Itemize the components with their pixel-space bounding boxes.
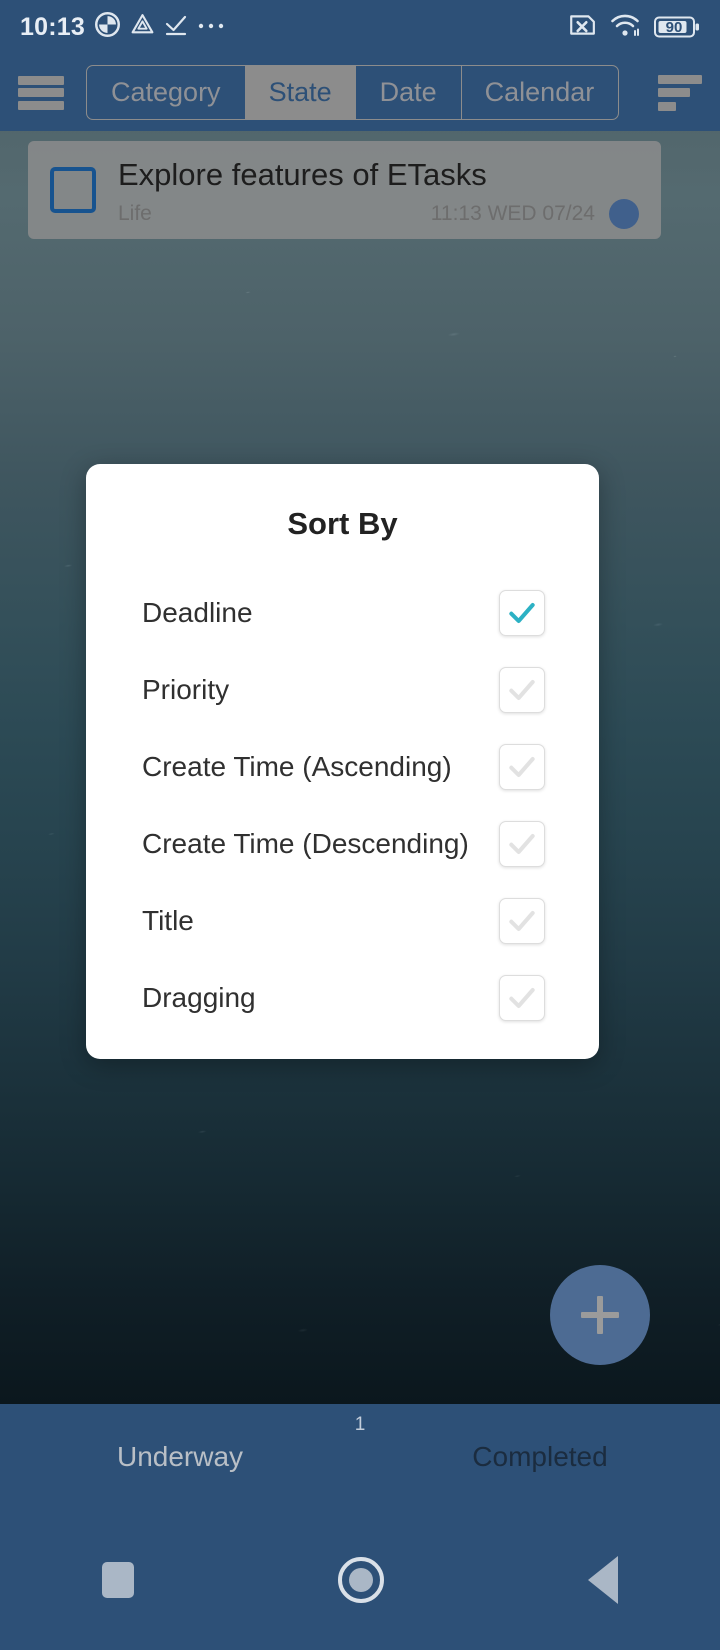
sort-option-title[interactable]: Title: [86, 882, 599, 959]
sort-by-dialog: Sort By Deadline Priority Create Time (A…: [86, 464, 599, 1059]
sort-option-create-time-ascending-checkbox[interactable]: [499, 743, 545, 790]
sort-option-create-time-descending[interactable]: Create Time (Descending): [86, 805, 599, 882]
dialog-title: Sort By: [287, 506, 398, 541]
sort-option-deadline[interactable]: Deadline: [86, 574, 599, 651]
sort-option-title-label: Title: [142, 904, 194, 936]
sort-option-create-time-descending-checkbox[interactable]: [499, 820, 545, 867]
sort-option-dragging-label: Dragging: [142, 981, 256, 1013]
sort-option-deadline-label: Deadline: [142, 596, 253, 628]
sort-option-title-checkbox[interactable]: [499, 897, 545, 944]
sort-option-priority-checkbox[interactable]: [499, 666, 545, 713]
sort-option-dragging-checkbox[interactable]: [499, 974, 545, 1021]
sort-option-create-time-ascending-label: Create Time (Ascending): [142, 750, 452, 782]
sort-option-create-time-ascending[interactable]: Create Time (Ascending): [86, 728, 599, 805]
sort-option-priority[interactable]: Priority: [86, 651, 599, 728]
sort-option-priority-label: Priority: [142, 673, 230, 705]
sort-option-create-time-descending-label: Create Time (Descending): [142, 827, 469, 859]
sort-option-dragging[interactable]: Dragging: [86, 959, 599, 1036]
sort-option-deadline-checkbox[interactable]: [499, 589, 545, 636]
phone-screen: 10:13 90 Category State Date Calendar Ex…: [0, 0, 720, 1650]
sort-option-list: Deadline Priority Create Time (Ascending…: [86, 574, 599, 1036]
